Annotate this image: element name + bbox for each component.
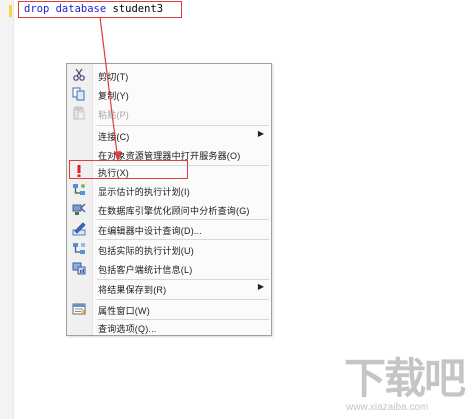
watermark-url: www.xiazaiba.com bbox=[346, 402, 429, 413]
watermark-logo-text: 下载吧 bbox=[344, 355, 466, 402]
watermark: 下载吧 www.xiazaiba.com bbox=[344, 356, 466, 416]
